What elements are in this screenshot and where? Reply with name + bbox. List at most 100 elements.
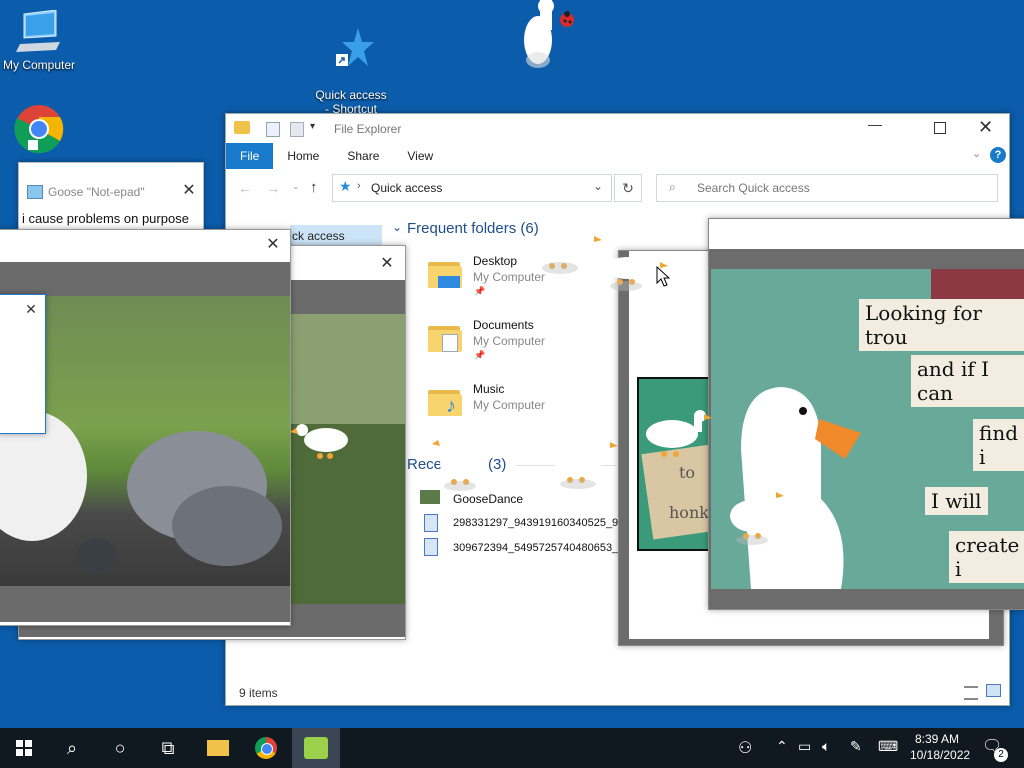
- goose-app-taskbar-icon[interactable]: [292, 728, 340, 768]
- close-button[interactable]: ✕: [263, 235, 283, 255]
- goose-sprite[interactable]: [290, 418, 360, 466]
- goose-sprite[interactable]: [530, 228, 604, 276]
- image-file-icon: [424, 514, 438, 532]
- tray-chevron-icon[interactable]: ⌃: [776, 738, 788, 755]
- close-button[interactable]: ✕: [179, 181, 199, 201]
- clock-time[interactable]: 8:39 AM: [915, 732, 959, 746]
- title-bar[interactable]: ▾ File Explorer — ✕: [226, 114, 1009, 144]
- folder-name[interactable]: Music: [473, 382, 504, 396]
- recent-file-name[interactable]: GooseDance: [453, 492, 523, 506]
- documents-folder-icon: [428, 322, 464, 352]
- people-icon[interactable]: ⚇: [738, 738, 752, 758]
- details-view-icon[interactable]: [964, 686, 978, 700]
- goose-sprite[interactable]: [726, 486, 786, 546]
- sign-text-2: honk: [669, 503, 709, 522]
- minimize-button[interactable]: —: [862, 116, 888, 140]
- search-box[interactable]: ⌕ Search Quick access: [656, 174, 998, 202]
- goose-illustration: [741, 387, 861, 589]
- desktop-icon-chrome[interactable]: [0, 104, 84, 158]
- large-icons-view-icon[interactable]: [986, 684, 1001, 697]
- computer-icon: [16, 10, 60, 52]
- volume-icon[interactable]: 🔈︎: [822, 738, 830, 755]
- meme-caption-2: and if I can: [911, 355, 1024, 407]
- small-dialog-window[interactable]: ✕: [0, 294, 46, 434]
- music-folder-icon: ♪: [428, 386, 464, 416]
- meme-caption-4: I will: [925, 487, 988, 515]
- sign-text-1: to: [679, 463, 696, 482]
- close-button[interactable]: ✕: [377, 254, 397, 274]
- new-folder-icon[interactable]: [290, 122, 304, 137]
- file-explorer-taskbar-icon[interactable]: [194, 728, 242, 768]
- tab-view[interactable]: View: [393, 143, 447, 169]
- status-item-count: 9 items: [239, 686, 278, 700]
- up-button[interactable]: ↑: [310, 179, 318, 196]
- chevron-down-icon[interactable]: ▾: [310, 121, 315, 132]
- meme-caption-5: create i: [949, 531, 1024, 583]
- tab-file[interactable]: File: [226, 143, 274, 169]
- goose-sprite[interactable]: [430, 434, 492, 494]
- pin-icon: 📌: [474, 350, 486, 360]
- navigation-bar: ← → ⌄ ↑ ★ › Quick access ⌄ ↻ ⌕ Search Qu…: [226, 170, 1009, 206]
- meme-caption-1: Looking for trou: [859, 299, 1024, 351]
- network-icon[interactable]: ▭: [798, 738, 811, 755]
- notification-count-badge: 2: [994, 748, 1008, 762]
- close-button[interactable]: ✕: [978, 117, 993, 138]
- cortana-icon[interactable]: ○: [96, 728, 144, 768]
- breadcrumb-chevron-icon: ›: [357, 180, 361, 192]
- tab-share[interactable]: Share: [333, 143, 393, 169]
- taskbar: ⌕ ○ ⧉ ⚇ ⌃ ▭ 🔈︎ ✎ ⌨ 8:39 AM 10/18/2022 🗨︎…: [0, 728, 1024, 768]
- search-icon[interactable]: ⌕: [48, 728, 96, 768]
- refresh-button[interactable]: ↻: [614, 174, 642, 202]
- mouse-cursor-icon: [656, 266, 670, 287]
- address-dropdown-icon[interactable]: ⌄: [593, 179, 603, 193]
- address-bar[interactable]: ★ › Quick access ⌄: [332, 174, 612, 202]
- desktop-icon-quick-access[interactable]: Quick access - Shortcut: [306, 12, 396, 116]
- meme-title-bar[interactable]: [709, 219, 1024, 249]
- chrome-icon: [14, 105, 64, 154]
- folder-name[interactable]: Desktop: [473, 254, 517, 268]
- frequent-folders-chevron-icon[interactable]: ⌄: [392, 220, 402, 234]
- tab-home[interactable]: Home: [273, 143, 333, 169]
- notepad-text[interactable]: i cause problems on purpose: [22, 211, 189, 226]
- properties-icon[interactable]: [266, 122, 280, 137]
- ribbon-tabs: File Home Share View ⌄ ?: [226, 143, 1009, 169]
- folder-icon: [234, 121, 250, 134]
- address-text: Quick access: [371, 181, 443, 195]
- meme-caption-3: find i: [973, 419, 1024, 471]
- desktop-folder-icon: [428, 258, 464, 288]
- windows-logo-icon: [16, 740, 32, 756]
- goose-sprite[interactable]: [512, 0, 582, 70]
- folder-name[interactable]: Documents: [473, 318, 534, 332]
- image-file-icon: [424, 538, 438, 556]
- meme-window[interactable]: Looking for trou and if I can find i I w…: [708, 218, 1024, 610]
- pen-icon[interactable]: ✎: [850, 738, 862, 755]
- frequent-folders-header[interactable]: Frequent folders (6): [407, 220, 539, 237]
- recent-file-name[interactable]: 309672394_5495725740480653_5: [453, 542, 624, 554]
- desktop-icon-my-computer[interactable]: My Computer: [0, 10, 84, 72]
- maximize-button[interactable]: [934, 122, 946, 134]
- window-title: File Explorer: [334, 122, 402, 136]
- nav-pane-quick-access[interactable]: ck access: [290, 225, 382, 247]
- task-view-icon[interactable]: ⧉: [144, 728, 192, 768]
- pin-icon: 📌: [474, 286, 486, 296]
- help-icon[interactable]: ?: [990, 147, 1006, 163]
- start-button[interactable]: [0, 728, 48, 768]
- goose-sprite[interactable]: [548, 436, 620, 492]
- search-input[interactable]: Search Quick access: [697, 181, 810, 195]
- goose-notepad-window[interactable]: Goose "Not-epad" ✕ i cause problems on p…: [18, 162, 204, 234]
- chrome-taskbar-icon[interactable]: [242, 728, 290, 768]
- ribbon-expand-icon[interactable]: ⌄: [972, 147, 981, 160]
- keyboard-icon[interactable]: ⌨: [878, 738, 898, 755]
- close-button[interactable]: ✕: [21, 299, 41, 319]
- folder-location: My Computer: [473, 334, 546, 348]
- forward-button[interactable]: →: [266, 180, 280, 196]
- notepad-icon: [27, 185, 43, 199]
- folder-location: My Computer: [473, 398, 546, 412]
- recent-locations-icon[interactable]: ⌄: [292, 181, 300, 192]
- goose-sprite[interactable]: [642, 408, 712, 464]
- back-button[interactable]: ←: [238, 180, 252, 196]
- recent-file-name[interactable]: 298331297_943919160340525_92: [453, 517, 624, 529]
- clock-date[interactable]: 10/18/2022: [910, 748, 970, 762]
- desktop-icon-label: My Computer: [2, 58, 76, 72]
- quick-access-star-icon: ★: [339, 178, 352, 194]
